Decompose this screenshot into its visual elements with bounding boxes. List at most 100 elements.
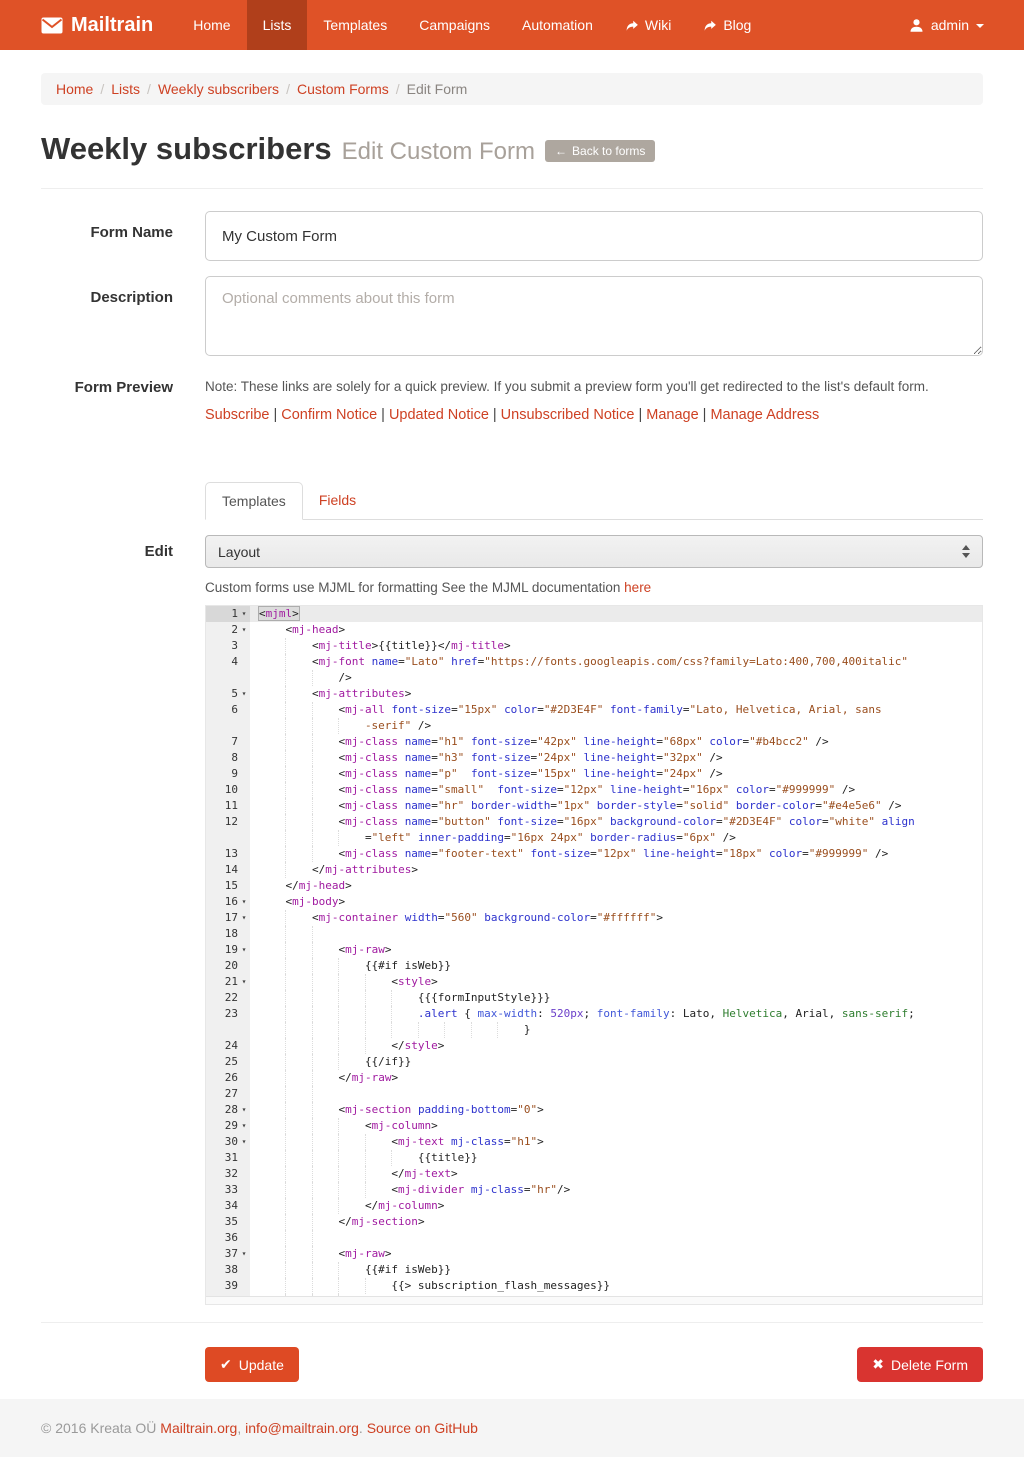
- gutter-cell: 13: [206, 846, 250, 862]
- nav-item-home[interactable]: Home: [177, 0, 246, 50]
- code-line[interactable]: <mj-raw>: [250, 942, 391, 958]
- app-logo[interactable]: Mailtrain: [0, 0, 163, 50]
- fold-caret-icon[interactable]: ▾: [238, 910, 250, 926]
- fold-caret-icon[interactable]: ▾: [238, 894, 250, 910]
- breadcrumb-weekly-subscribers[interactable]: Weekly subscribers: [158, 81, 279, 97]
- code-line[interactable]: {{#if isWeb}}: [250, 1262, 451, 1278]
- code-line[interactable]: [250, 1086, 338, 1102]
- tab-fields[interactable]: Fields: [303, 482, 372, 520]
- fold-caret-icon[interactable]: ▾: [238, 974, 250, 990]
- page-title: Weekly subscribers Edit Custom Form ← Ba…: [41, 131, 983, 167]
- form-name-input[interactable]: [205, 211, 983, 261]
- preview-link-updated-notice[interactable]: Updated Notice: [389, 407, 489, 423]
- code-line[interactable]: }: [250, 1022, 530, 1038]
- code-line[interactable]: <mj-head>: [250, 622, 345, 638]
- code-line[interactable]: <mj-class name="p" font-size="15px" line…: [250, 766, 723, 782]
- fold-caret-icon[interactable]: ▾: [238, 942, 250, 958]
- mjml-docs-link[interactable]: here: [624, 580, 651, 595]
- nav-item-lists[interactable]: Lists: [247, 0, 308, 50]
- code-line[interactable]: />: [250, 670, 352, 686]
- preview-link-manage-address[interactable]: Manage Address: [710, 407, 819, 423]
- code-line[interactable]: </mj-head>: [250, 878, 352, 894]
- code-line[interactable]: <mj-class name="h3" font-size="24px" lin…: [250, 750, 723, 766]
- code-line[interactable]: .alert { max-width: 520px; font-family: …: [250, 1006, 915, 1022]
- nav-item-templates[interactable]: Templates: [307, 0, 403, 50]
- code-line[interactable]: <mj-class name="small" font-size="12px" …: [250, 782, 855, 798]
- edit-template-select[interactable]: Layout: [205, 535, 983, 568]
- nav-item-label: Campaigns: [419, 17, 490, 33]
- fold-caret-icon[interactable]: ▾: [238, 1102, 250, 1118]
- editor-line-13: 13<mj-class name="footer-text" font-size…: [206, 846, 982, 862]
- code-line[interactable]: </mj-column>: [250, 1198, 444, 1214]
- preview-link-unsubscribed-notice[interactable]: Unsubscribed Notice: [501, 407, 635, 423]
- code-line[interactable]: <mj-attributes>: [250, 686, 411, 702]
- preview-link-manage[interactable]: Manage: [646, 407, 698, 423]
- update-button[interactable]: ✔ Update: [205, 1347, 299, 1382]
- code-line[interactable]: -serif" />: [250, 718, 431, 734]
- code-line[interactable]: </mj-attributes>: [250, 862, 418, 878]
- code-line[interactable]: {{#if isWeb}}: [250, 958, 451, 974]
- code-line[interactable]: ="left" inner-padding="16px 24px" border…: [250, 830, 736, 846]
- code-line[interactable]: <mj-raw>: [250, 1246, 391, 1262]
- code-line[interactable]: <mj-body>: [250, 894, 345, 910]
- code-line[interactable]: <mj-font name="Lato" href="https://fonts…: [250, 654, 908, 670]
- breadcrumb-custom-forms[interactable]: Custom Forms: [297, 81, 389, 97]
- code-line[interactable]: </mj-text>: [250, 1166, 458, 1182]
- code-line[interactable]: <mj-divider mj-class="hr"/>: [250, 1182, 570, 1198]
- code-line[interactable]: <mj-section padding-bottom="0">: [250, 1102, 544, 1118]
- fold-caret-icon[interactable]: ▾: [238, 622, 250, 638]
- code-editor[interactable]: 1▾<mjml>2▾<mj-head>3<mj-title>{{title}}<…: [205, 605, 983, 1305]
- nav-item-wiki[interactable]: Wiki: [609, 0, 687, 50]
- nav-item-campaigns[interactable]: Campaigns: [403, 0, 506, 50]
- indent-guide: [312, 734, 338, 750]
- code-line[interactable]: <mjml>: [250, 606, 299, 622]
- code-line[interactable]: <mj-all font-size="15px" color="#2D3E4F"…: [250, 702, 882, 718]
- indent-guide: [365, 1182, 391, 1198]
- line-number: 2: [206, 622, 238, 638]
- footer-link-email[interactable]: info@mailtrain.org: [245, 1420, 359, 1436]
- code-line[interactable]: <mj-class name="h1" font-size="42px" lin…: [250, 734, 829, 750]
- code-line[interactable]: <mj-text mj-class="h1">: [250, 1134, 544, 1150]
- code-line[interactable]: <mj-title>{{title}}</mj-title>: [250, 638, 511, 654]
- code-line[interactable]: {{/if}}: [250, 1054, 411, 1070]
- indent-guide: [365, 990, 391, 1006]
- fold-caret-icon[interactable]: ▾: [238, 1134, 250, 1150]
- code-line[interactable]: </mj-section>: [250, 1214, 425, 1230]
- code-line[interactable]: </style>: [250, 1038, 444, 1054]
- editor-line-34: 34</mj-column>: [206, 1198, 982, 1214]
- code-line[interactable]: <mj-class name="footer-text" font-size="…: [250, 846, 888, 862]
- footer-link-github[interactable]: Source on GitHub: [367, 1420, 478, 1436]
- code-line[interactable]: <mj-class name="hr" border-width="1px" b…: [250, 798, 901, 814]
- breadcrumb-home[interactable]: Home: [56, 81, 93, 97]
- fold-caret-icon[interactable]: ▾: [238, 1246, 250, 1262]
- code-line[interactable]: <mj-column>: [250, 1118, 438, 1134]
- footer-link-mailtrain[interactable]: Mailtrain.org: [160, 1420, 237, 1436]
- tab-templates[interactable]: Templates: [205, 482, 303, 520]
- code-line[interactable]: </mj-raw>: [250, 1070, 398, 1086]
- description-textarea[interactable]: [205, 276, 983, 356]
- fold-caret-icon[interactable]: ▾: [238, 686, 250, 702]
- fold-caret-icon[interactable]: ▾: [238, 606, 250, 622]
- indent-guide: [338, 1038, 364, 1054]
- preview-link-confirm-notice[interactable]: Confirm Notice: [281, 407, 377, 423]
- nav-item-automation[interactable]: Automation: [506, 0, 609, 50]
- gutter-cell: 38: [206, 1262, 250, 1278]
- delete-form-button[interactable]: ✖ Delete Form: [857, 1347, 983, 1382]
- code-line[interactable]: [250, 1230, 338, 1246]
- gutter-cell: 36: [206, 1230, 250, 1246]
- code-line[interactable]: <mj-class name="button" font-size="16px"…: [250, 814, 915, 830]
- breadcrumb-lists[interactable]: Lists: [111, 81, 140, 97]
- code-line[interactable]: {{> subscription_flash_messages}}: [250, 1278, 610, 1294]
- fold-caret-icon[interactable]: ▾: [238, 1118, 250, 1134]
- code-line[interactable]: <mj-container width="560" background-col…: [250, 910, 663, 926]
- back-to-forms-button[interactable]: ← Back to forms: [545, 140, 655, 162]
- user-menu[interactable]: admin: [893, 0, 1024, 50]
- horizontal-scrollbar[interactable]: [206, 1296, 982, 1304]
- indent-guide: [312, 750, 338, 766]
- code-line[interactable]: [250, 926, 338, 942]
- code-line[interactable]: {{title}}: [250, 1150, 478, 1166]
- nav-item-blog[interactable]: Blog: [687, 0, 767, 50]
- preview-link-subscribe[interactable]: Subscribe: [205, 407, 269, 423]
- code-line[interactable]: {{{formInputStyle}}}: [250, 990, 550, 1006]
- code-line[interactable]: <style>: [250, 974, 438, 990]
